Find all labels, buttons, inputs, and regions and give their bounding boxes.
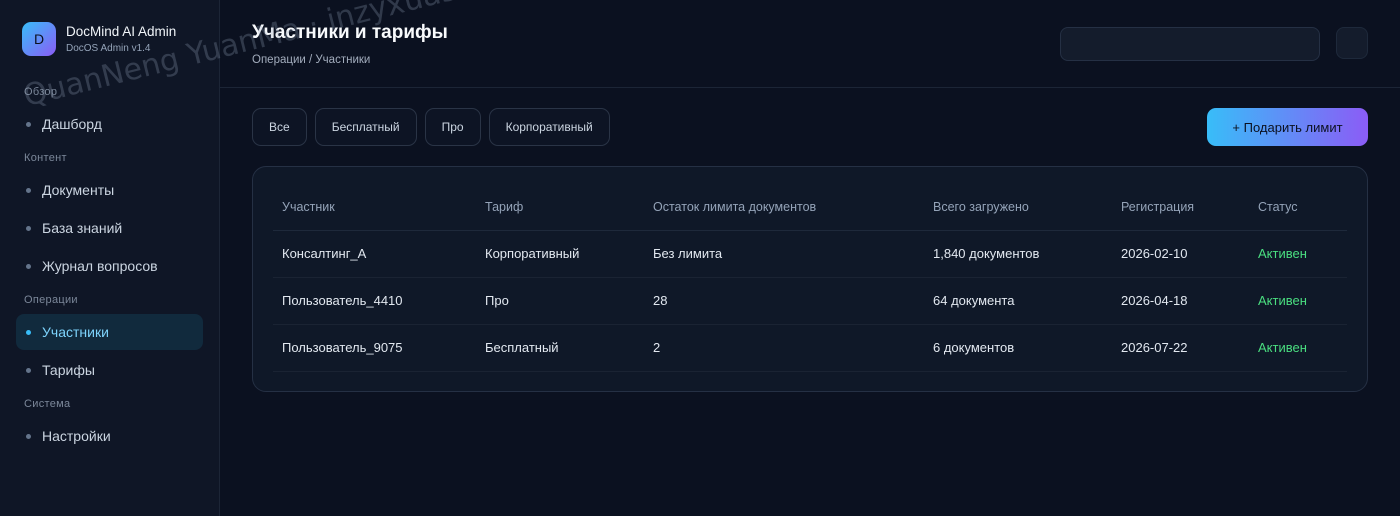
filter-free[interactable]: Бесплатный [314,108,417,146]
sidebar-item-settings[interactable]: Настройки [16,418,203,454]
brand-subtitle: DocOS Admin v1.4 [66,43,151,54]
nav-section-label: Система [24,398,71,410]
bullet-icon [26,367,31,373]
filter-all[interactable]: Все [252,108,307,146]
brand-title: DocMind AI Admin [66,24,177,39]
table-header-row: Участник Тариф Остаток лимита документов… [273,185,1347,231]
status-badge: Активен [1249,230,1347,278]
column-header[interactable]: Тариф [476,185,644,231]
member-plan: Корпоративный [476,230,644,278]
sidebar-item-knowledge-base[interactable]: База знаний [16,210,203,246]
table-row[interactable]: Пользователь_9075 Бесплатный 2 6 докумен… [273,324,1347,372]
bullet-icon [26,263,31,269]
search-input[interactable] [1060,27,1320,61]
brand: D DocMind AI Admin DocOS Admin v1.4 [22,22,203,56]
member-total-uploaded: 64 документа [924,277,1112,325]
sidebar-item-plans[interactable]: Тарифы [16,352,203,388]
member-plan: Бесплатный [476,324,644,372]
member-name: Консалтинг_A [273,230,476,278]
members-table: Участник Тариф Остаток лимита документов… [273,185,1347,372]
member-total-uploaded: 1,840 документов [924,230,1112,278]
member-limit-remaining: 28 [644,277,924,325]
nav-group-overview: Обзор Дашборд [16,86,203,142]
nav-group-operations: Операции Участники Тарифы [16,294,203,388]
members-table-card: Участник Тариф Остаток лимита документов… [252,166,1368,392]
column-header[interactable]: Участник [273,185,476,231]
member-registration-date: 2026-04-18 [1112,277,1249,325]
filter-toolbar: Все Бесплатный Про Корпоративный + Подарить… [220,88,1400,166]
sidebar-item-label: Настройки [42,428,111,444]
member-total-uploaded: 6 документов [924,324,1112,372]
member-name: Пользователь_9075 [273,324,476,372]
app-root: D DocMind AI Admin DocOS Admin v1.4 Обзо… [0,0,1400,516]
sidebar-item-label: Тарифы [42,362,95,378]
column-header[interactable]: Остаток лимита документов [644,185,924,231]
sidebar-item-label: База знаний [42,220,123,236]
column-header[interactable]: Регистрация [1112,185,1249,231]
sidebar-item-dashboard[interactable]: Дашборд [16,106,203,142]
sidebar-item-members[interactable]: Участники [16,314,203,350]
brand-logo: D [22,22,56,56]
sidebar-item-label: Дашборд [42,116,102,132]
member-limit-remaining: Без лимита [644,230,924,278]
sidebar-item-label: Журнал вопросов [42,258,158,274]
member-plan: Про [476,277,644,325]
column-header[interactable]: Всего загружено [924,185,1112,231]
filter-enterprise[interactable]: Корпоративный [488,108,610,146]
bullet-icon [26,121,31,127]
nav-group-content: Контент Документы База знаний Журнал воп… [16,152,203,284]
gift-limit-button[interactable]: + Подарить лимит [1207,108,1368,146]
bullet-icon [26,225,31,231]
header-action-button[interactable] [1336,27,1368,59]
main-content: Участники и тарифы Операции / Участники … [220,0,1400,516]
bullet-icon [26,329,31,335]
bullet-icon [26,187,31,193]
member-limit-remaining: 2 [644,324,924,372]
column-header[interactable]: Статус [1249,185,1347,231]
nav-group-system: Система Настройки [16,398,203,454]
sidebar: D DocMind AI Admin DocOS Admin v1.4 Обзо… [0,0,220,516]
sidebar-item-label: Участники [42,324,109,340]
bullet-icon [26,433,31,439]
nav-section-label: Обзор [24,86,58,98]
member-registration-date: 2026-02-10 [1112,230,1249,278]
table-row[interactable]: Консалтинг_A Корпоративный Без лимита 1,… [273,230,1347,278]
nav-section-label: Операции [24,294,78,306]
sidebar-item-label: Документы [42,182,115,198]
member-registration-date: 2026-07-22 [1112,324,1249,372]
status-badge: Активен [1249,324,1347,372]
sidebar-item-documents[interactable]: Документы [16,172,203,208]
nav-section-label: Контент [24,152,67,164]
sidebar-item-question-log[interactable]: Журнал вопросов [16,248,203,284]
status-badge: Активен [1249,277,1347,325]
page-header: Участники и тарифы Операции / Участники [220,0,1400,88]
filter-pro[interactable]: Про [424,108,481,146]
table-row[interactable]: Пользователь_4410 Про 28 64 документа 20… [273,277,1347,325]
member-name: Пользователь_4410 [273,277,476,325]
